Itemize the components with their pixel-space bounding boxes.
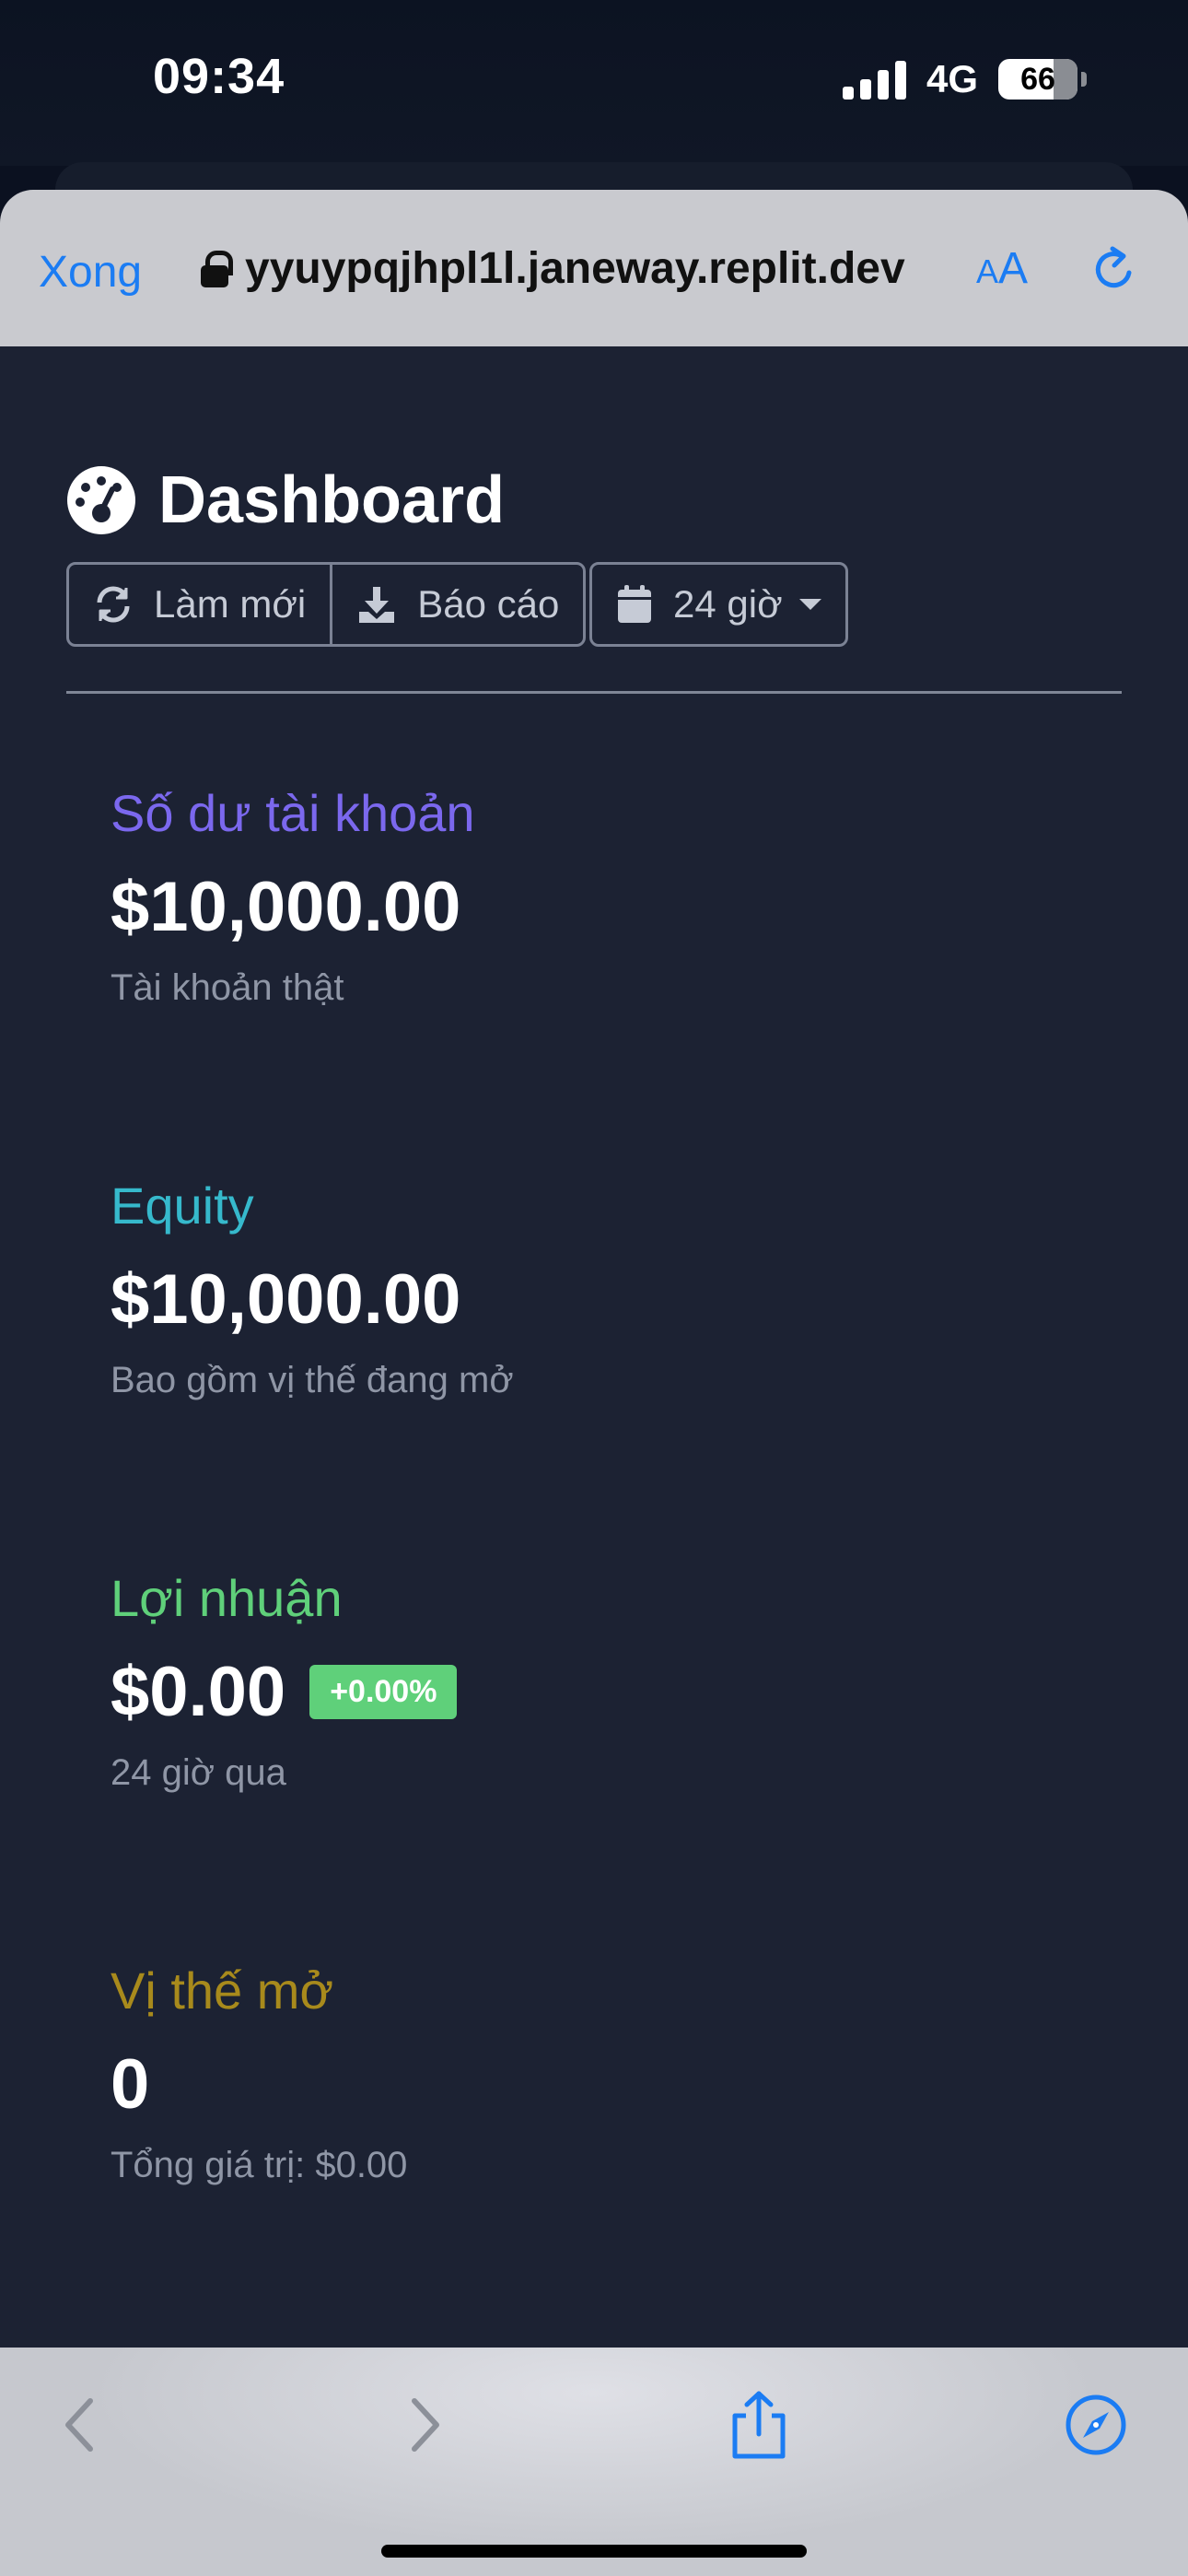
action-button-group: Làm mới Báo cáo [66,562,587,647]
card-value: $0.00 [111,1653,286,1731]
card-title: Equity [111,1177,254,1235]
browser-url-bar: Xong yyuypqjhpl1l.janeway.replit.dev AA [0,190,1188,346]
time-range-label: 24 giờ [673,582,783,626]
reload-icon[interactable] [1087,241,1142,297]
card-value: $10,000.00 [111,868,461,946]
refresh-button[interactable]: Làm mới [69,565,333,644]
card-subtitle: Tài khoản thật [111,967,344,1008]
text-size-button[interactable]: AA [976,243,1028,294]
card-title: Lợi nhuận [111,1569,343,1627]
compass-icon[interactable] [1059,2388,1133,2462]
card-title: Vị thế mở [111,1961,334,2020]
share-icon[interactable] [722,2388,796,2462]
forward-icon[interactable] [387,2388,460,2462]
card-value: 0 [111,2045,150,2124]
address-field[interactable]: yyuypqjhpl1l.janeway.replit.dev [201,243,905,294]
done-button[interactable]: Xong [39,247,142,298]
dashboard-page: Dashboard Làm mới Báo cáo 24 giờ Số dư t… [0,346,1188,2348]
card-title: Số dư tài khoản [111,784,475,842]
report-label: Báo cáo [417,582,560,626]
back-icon[interactable] [44,2388,118,2462]
card-value: $10,000.00 [111,1260,461,1339]
page-header: Dashboard [66,463,505,538]
profit-percent-badge: +0.00% [309,1665,458,1719]
header-divider [66,691,1122,694]
status-indicators: 4G 66 [842,57,1087,101]
home-indicator[interactable] [381,2545,807,2558]
refresh-icon [97,586,130,623]
status-bar: 09:34 4G 66 [0,0,1188,166]
report-button[interactable]: Báo cáo [332,565,583,644]
battery-level: 66 [1020,61,1055,97]
open-positions-card: Vị thế mở 0 Tổng giá trị: $0.00 [111,1961,1105,2186]
gauge-icon [67,466,135,534]
balance-card: Số dư tài khoản $10,000.00 Tài khoản thậ… [111,783,1105,1009]
status-time: 09:34 [153,49,285,104]
lock-icon [201,250,233,287]
browser-toolbar [0,2348,1188,2576]
card-subtitle: Bao gồm vị thế đang mở [111,1360,514,1400]
card-subtitle: Tổng giá trị: $0.00 [111,2145,408,2185]
profit-card: Lợi nhuận $0.00 +0.00% 24 giờ qua [111,1568,1105,1794]
refresh-label: Làm mới [154,582,307,626]
card-subtitle: 24 giờ qua [111,1752,286,1793]
equity-card: Equity $10,000.00 Bao gồm vị thế đang mở [111,1176,1105,1401]
signal-icon [842,59,906,100]
calendar-icon [618,585,651,623]
download-icon [359,587,395,623]
time-range-dropdown[interactable]: 24 giờ [589,562,848,647]
url-text: yyuypqjhpl1l.janeway.replit.dev [245,244,905,293]
battery-cap [1081,72,1087,87]
network-type: 4G [926,57,978,100]
page-title: Dashboard [158,463,506,537]
battery-icon: 66 [998,59,1077,100]
caret-down-icon [798,599,821,610]
